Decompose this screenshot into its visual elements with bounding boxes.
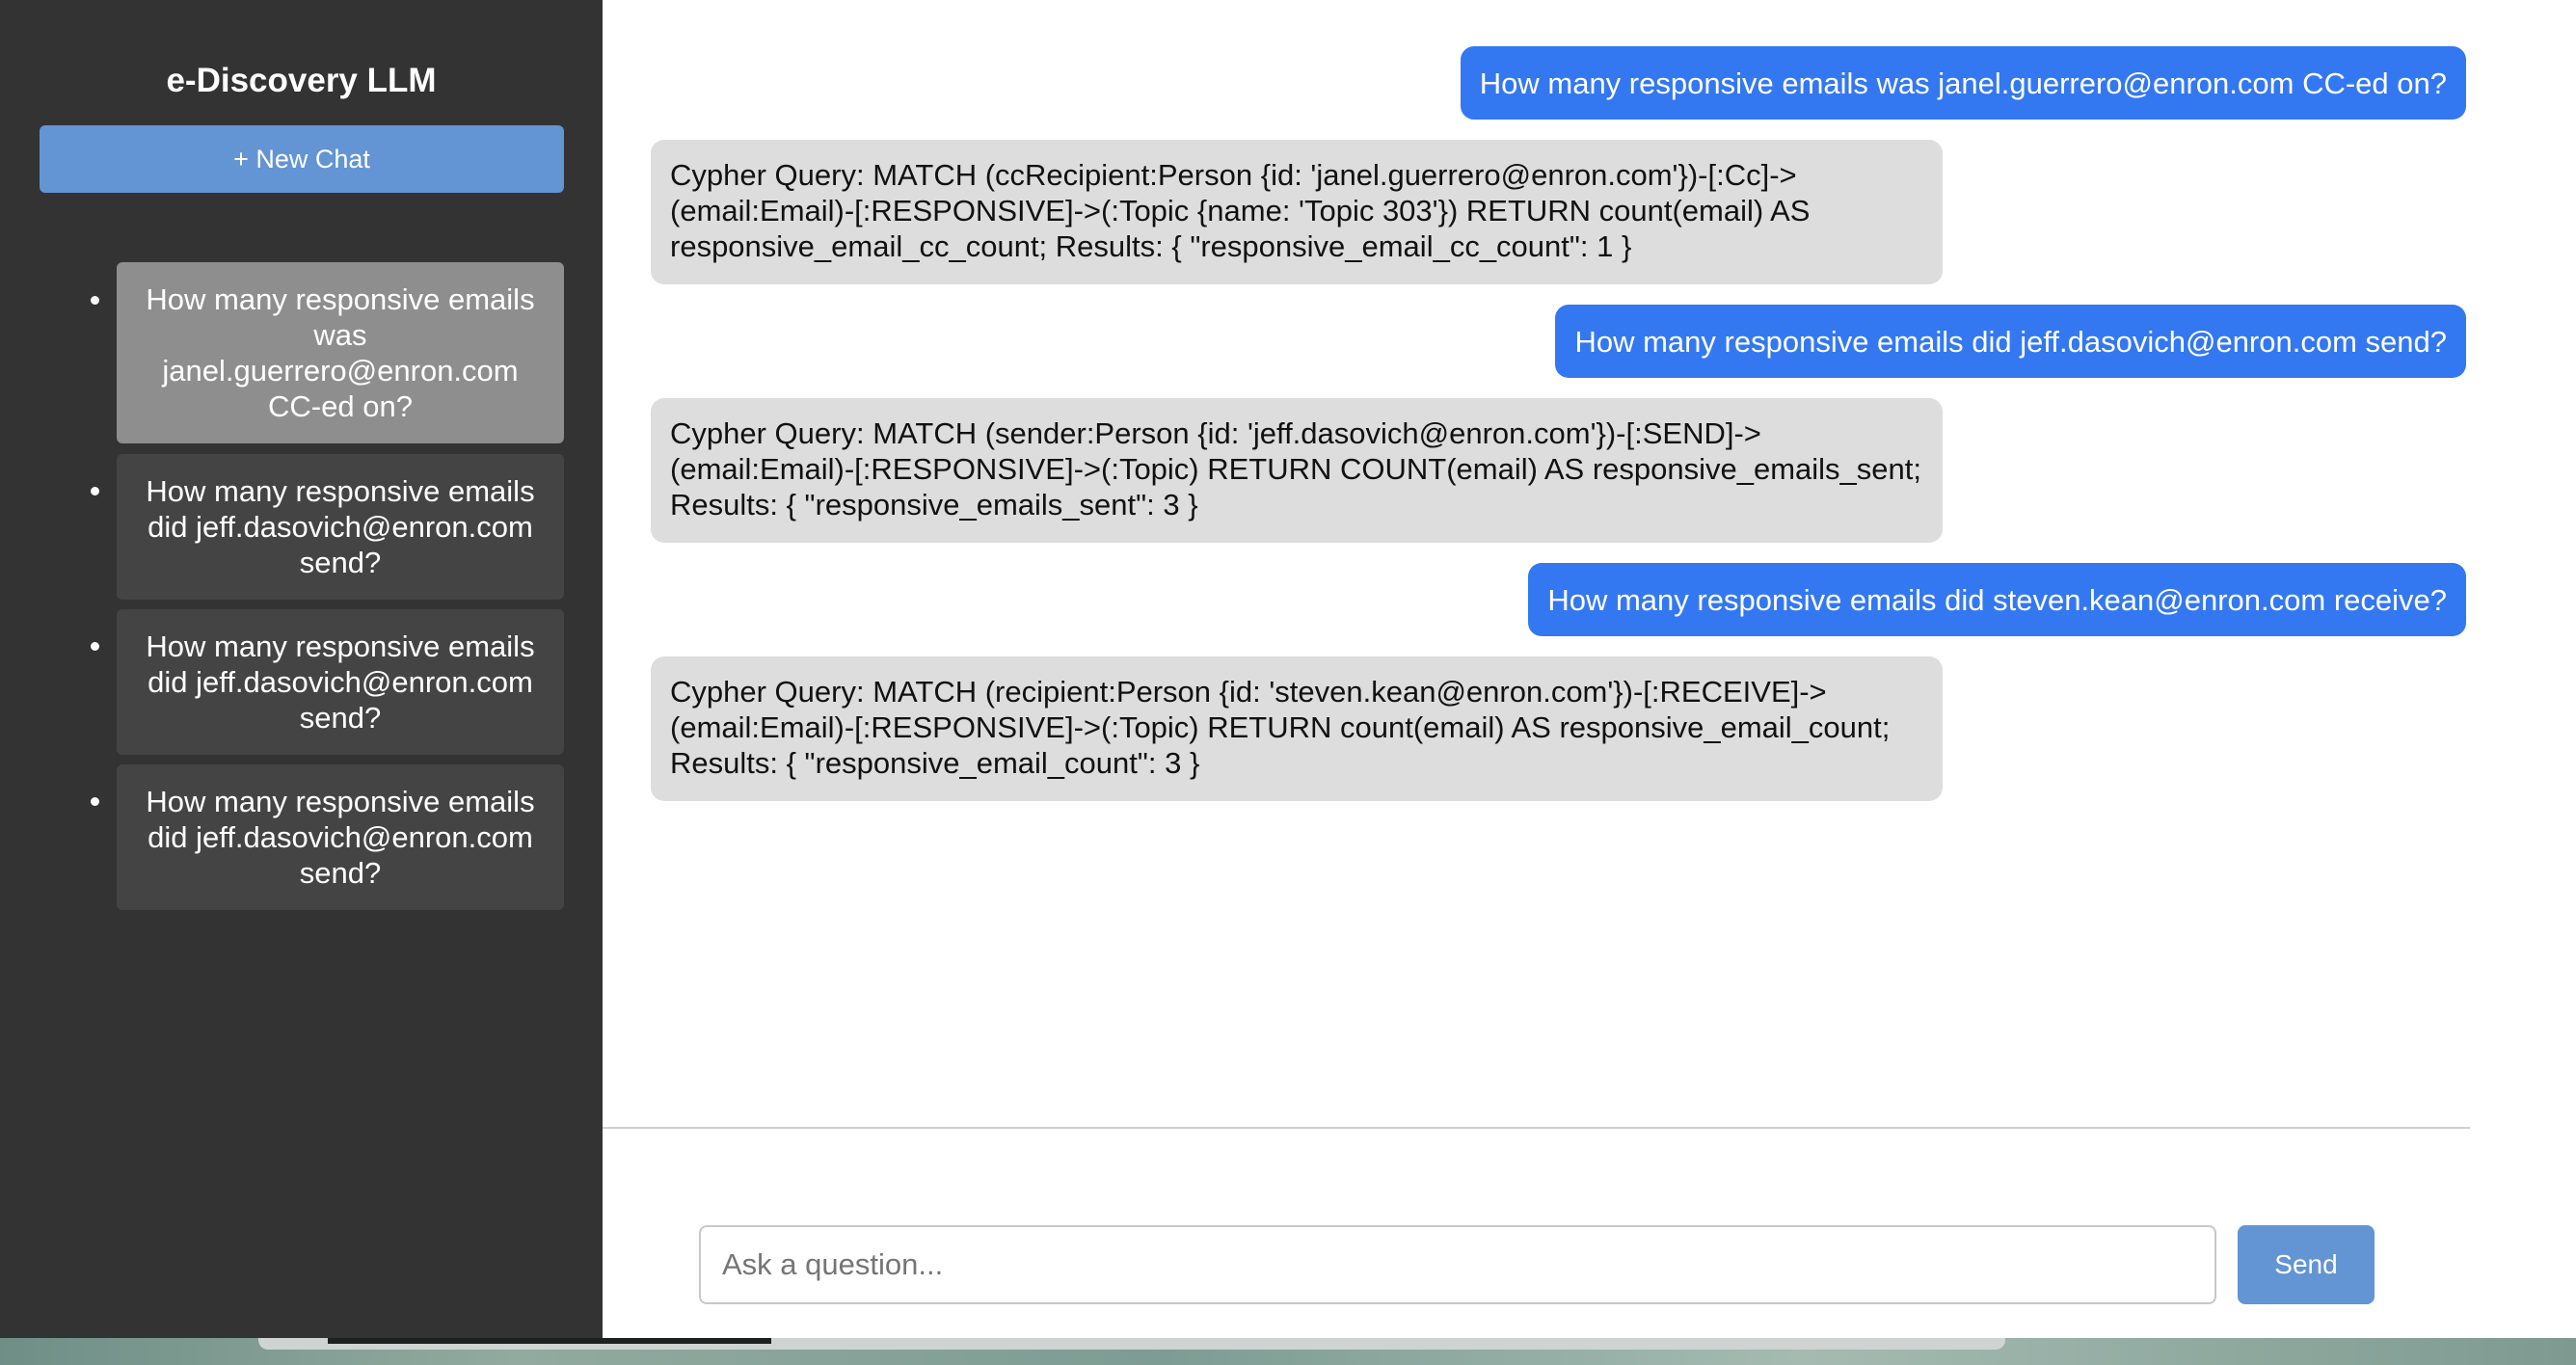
sidebar: e-Discovery LLM + New Chat How many resp… xyxy=(0,0,603,1338)
assistant-message: Cypher Query: MATCH (sender:Person {id: … xyxy=(651,398,1943,543)
history-item[interactable]: How many responsive emails did jeff.daso… xyxy=(117,764,564,910)
chat-panel: How many responsive emails was janel.gue… xyxy=(603,0,2576,1338)
history-item[interactable]: How many responsive emails did jeff.daso… xyxy=(117,609,564,755)
window-edge-dark xyxy=(328,1338,771,1344)
desktop-background xyxy=(0,1338,2576,1365)
composer-divider xyxy=(603,1127,2470,1129)
send-button[interactable]: Send xyxy=(2238,1225,2375,1304)
app-title: e-Discovery LLM xyxy=(166,62,437,99)
question-input[interactable] xyxy=(699,1225,2216,1304)
history-bullet xyxy=(91,797,99,806)
new-chat-button[interactable]: + New Chat xyxy=(40,125,564,193)
user-message: How many responsive emails did steven.ke… xyxy=(1528,563,2466,636)
history-item[interactable]: How many responsive emails was janel.gue… xyxy=(117,262,564,443)
history-bullet xyxy=(91,296,99,305)
assistant-message: Cypher Query: MATCH (ccRecipient:Person … xyxy=(651,140,1943,284)
history-bullet xyxy=(91,642,99,651)
history-bullet xyxy=(91,487,99,495)
history-item[interactable]: How many responsive emails did jeff.daso… xyxy=(117,454,564,600)
user-message: How many responsive emails was janel.gue… xyxy=(1460,46,2466,120)
user-message: How many responsive emails did jeff.daso… xyxy=(1555,305,2466,378)
assistant-message: Cypher Query: MATCH (recipient:Person {i… xyxy=(651,656,1943,801)
